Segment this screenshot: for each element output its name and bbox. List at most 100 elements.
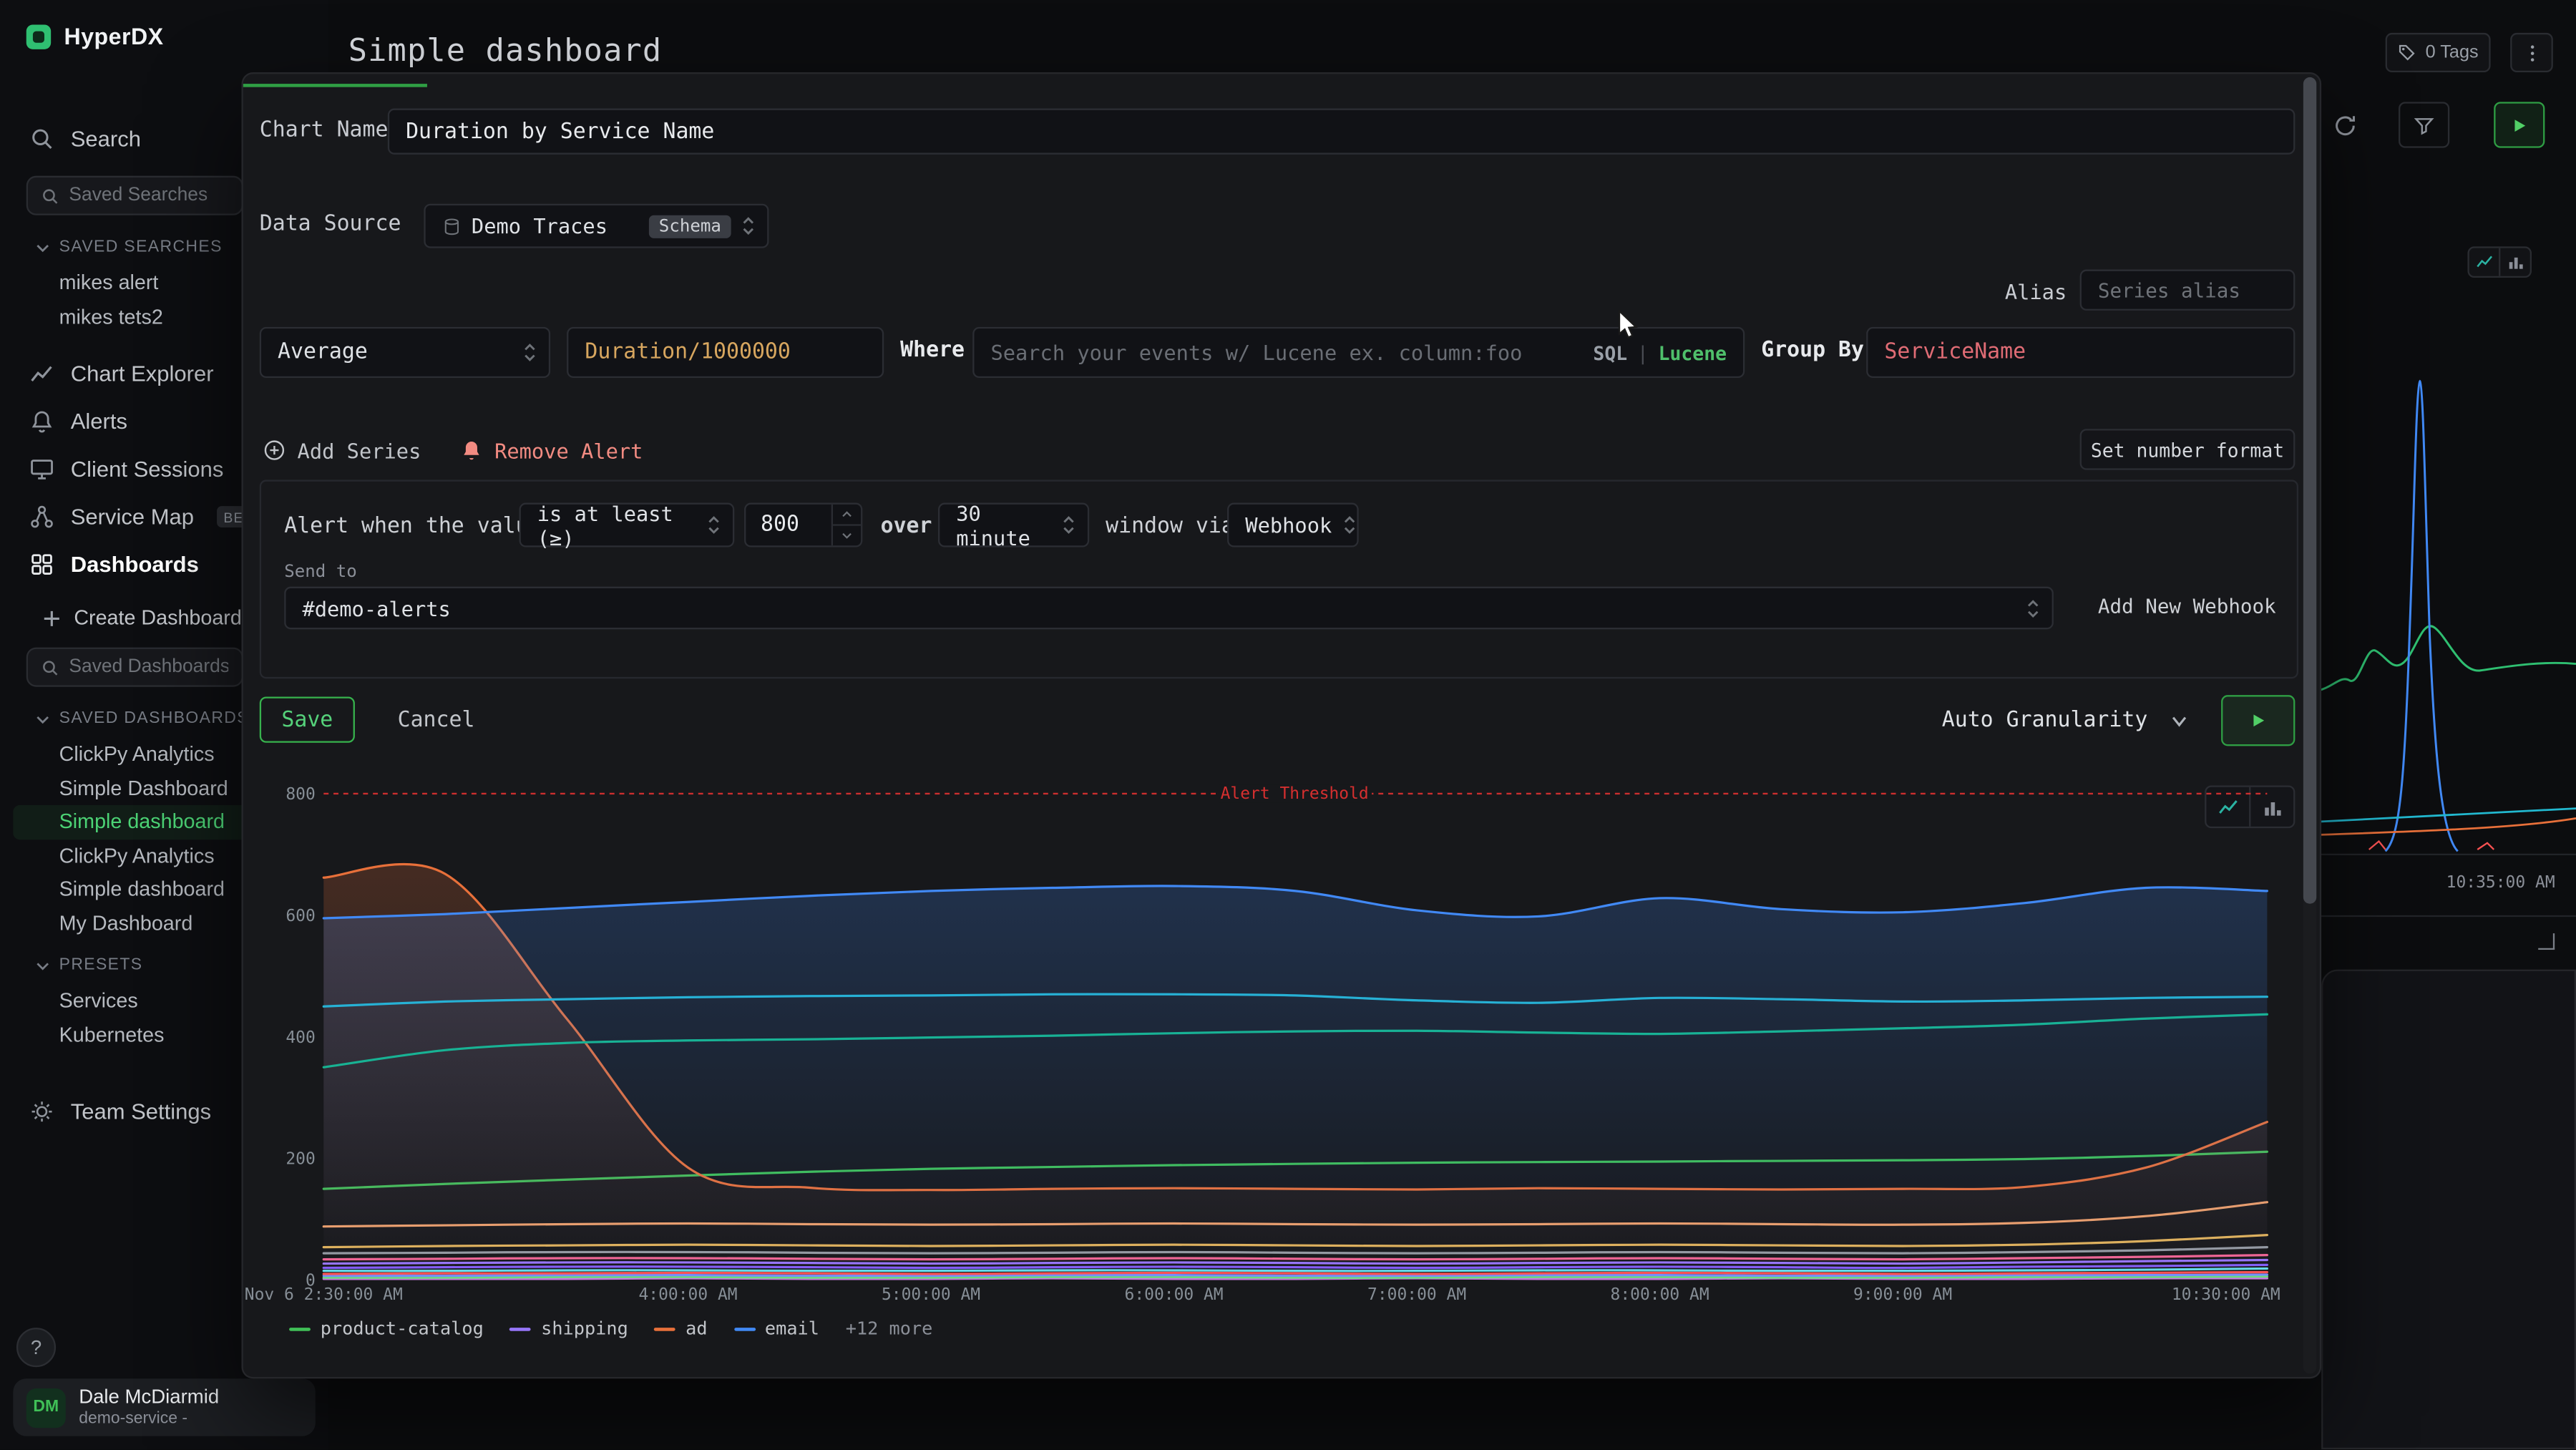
alert-channel-select[interactable]: Webhook — [1227, 503, 1359, 548]
alias-input[interactable] — [2080, 270, 2296, 311]
y-tick: 200 — [286, 1150, 315, 1169]
chevrons-updown-icon — [706, 515, 721, 536]
grid-icon — [29, 552, 54, 576]
active-tab-indicator — [243, 84, 427, 87]
y-tick: 800 — [286, 785, 315, 804]
background-chart-type-toggle[interactable] — [2467, 246, 2532, 278]
filter-button[interactable] — [2399, 102, 2449, 147]
alert-window-select[interactable]: 30 minute — [938, 503, 1089, 548]
x-tick: 8:00:00 AM — [1611, 1285, 1709, 1304]
where-search-input[interactable]: Search your events w/ Lucene ex. column:… — [972, 327, 1745, 378]
search-placeholder: Search your events w/ Lucene ex. column:… — [990, 340, 1593, 364]
field-input[interactable] — [567, 327, 884, 378]
group-by-input[interactable] — [1866, 327, 2295, 378]
remove-alert-button[interactable]: Remove Alert — [460, 429, 643, 472]
service-map-icon — [29, 505, 54, 529]
data-source-select[interactable]: Demo Traces Schema — [424, 204, 769, 248]
gear-icon — [29, 1099, 54, 1124]
add-new-webhook-button[interactable]: Add New Webhook — [2098, 595, 2276, 618]
schema-badge: Schema — [649, 215, 731, 238]
number-stepper — [831, 505, 861, 545]
add-series-button[interactable]: Add Series — [263, 429, 421, 472]
sql-mode-toggle[interactable]: SQL — [1593, 341, 1627, 364]
legend-swatch — [733, 1327, 755, 1330]
background-divider — [2320, 915, 2576, 917]
play-icon — [2249, 711, 2267, 729]
stepper-up-button[interactable] — [833, 505, 861, 525]
alert-via-label: window via — [1106, 515, 1234, 539]
saved-searches-input[interactable]: Saved Searches — [26, 176, 243, 215]
refresh-button[interactable] — [2323, 104, 2367, 148]
modal-scrollbar[interactable] — [2303, 77, 2316, 1373]
caret-down-icon — [2170, 711, 2188, 729]
legend-label: email — [765, 1318, 819, 1339]
resize-handle-icon[interactable] — [2538, 933, 2555, 950]
duration-chart[interactable]: 0200400600800Nov 6 2:30:00 AM4:00:00 AM5… — [243, 764, 2320, 1323]
legend-item[interactable]: email — [733, 1318, 819, 1339]
database-icon — [442, 216, 462, 236]
saved-searches-placeholder: Saved Searches — [69, 185, 208, 205]
chevrons-updown-icon — [1342, 515, 1357, 536]
bell-icon — [460, 439, 483, 462]
send-to-select[interactable]: #demo-alerts — [284, 587, 2054, 630]
x-tick: 7:00:00 AM — [1367, 1285, 1466, 1304]
save-button[interactable]: Save — [260, 696, 355, 742]
dots-vertical-icon — [2521, 42, 2542, 64]
bar-chart-toggle[interactable] — [2499, 248, 2530, 276]
legend-swatch — [289, 1327, 311, 1330]
search-icon — [41, 658, 59, 676]
scrollbar-thumb[interactable] — [2303, 77, 2316, 904]
saved-dashboards-input[interactable]: Saved Dashboards — [26, 648, 243, 687]
legend-item[interactable]: +12 more — [846, 1318, 933, 1339]
alert-over-label: over — [881, 515, 932, 539]
run-chart-button[interactable] — [2221, 695, 2295, 746]
y-tick: 400 — [286, 1028, 315, 1047]
stepper-down-button[interactable] — [833, 524, 861, 545]
play-icon — [2510, 116, 2528, 134]
alert-threshold-label: Alert Threshold — [1221, 784, 1369, 803]
granularity-value: Auto Granularity — [1942, 709, 2148, 733]
bell-icon — [29, 409, 54, 434]
x-tick: 4:00:00 AM — [639, 1285, 738, 1304]
more-options-button[interactable] — [2510, 33, 2553, 72]
alert-comparator-select[interactable]: is at least (≥) — [519, 503, 735, 548]
brand[interactable]: HyperDX — [0, 0, 328, 72]
cancel-button[interactable]: Cancel — [384, 696, 488, 742]
send-to-value: #demo-alerts — [302, 595, 450, 620]
app-root: Simple dashboard 0 Tags — [0, 0, 2576, 1449]
lucene-mode-toggle[interactable]: Lucene — [1659, 341, 1727, 364]
background-chart[interactable] — [2320, 276, 2576, 871]
tag-icon — [2398, 43, 2418, 63]
tags-button[interactable]: 0 Tags — [2386, 33, 2491, 72]
run-query-button[interactable] — [2494, 102, 2545, 147]
saved-dashboards-placeholder: Saved Dashboards — [69, 657, 228, 677]
legend-item[interactable]: shipping — [510, 1318, 628, 1339]
user-menu[interactable]: DM Dale McDiarmid demo-service - — [13, 1378, 315, 1436]
group-by-label: Group By — [1761, 339, 1864, 363]
chart-name-label: Chart Name — [260, 118, 389, 142]
aggregation-value: Average — [278, 340, 368, 364]
aggregation-select[interactable]: Average — [260, 327, 550, 378]
legend-item[interactable]: ad — [655, 1318, 708, 1339]
line-chart-toggle[interactable] — [2469, 248, 2499, 276]
caret-down-icon — [841, 532, 853, 539]
chart-name-input[interactable] — [388, 109, 2296, 155]
caret-up-icon — [841, 511, 853, 517]
bg-series-blue-spike — [2386, 381, 2458, 852]
help-button[interactable]: ? — [16, 1328, 56, 1367]
granularity-select[interactable]: Auto Granularity — [1928, 695, 2201, 746]
tags-button-label: 0 Tags — [2426, 43, 2479, 63]
legend-item[interactable]: product-catalog — [289, 1318, 484, 1339]
monitor-icon — [29, 457, 54, 481]
alert-prefix-label: Alert when the value — [284, 515, 541, 539]
alias-label: Alias — [2001, 279, 2067, 303]
series-area-email — [323, 886, 2267, 1280]
chevron-down-icon — [36, 712, 49, 725]
plus-icon — [43, 609, 61, 627]
search-icon — [41, 187, 59, 205]
mode-divider: | — [1637, 341, 1649, 364]
background-x-tick: 10:35:00 AM — [2446, 874, 2555, 892]
funnel-icon — [2414, 115, 2435, 136]
set-number-format-button[interactable]: Set number format — [2080, 429, 2296, 469]
alert-threshold-input[interactable] — [746, 505, 831, 545]
